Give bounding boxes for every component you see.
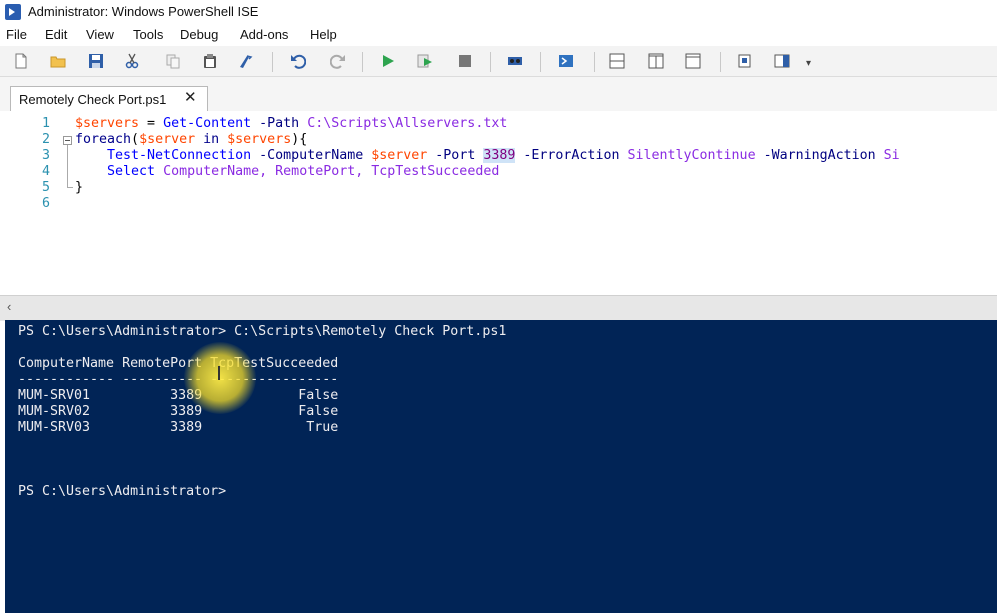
- line-number: 1: [41, 116, 50, 131]
- window-title: Administrator: Windows PowerShell ISE: [28, 4, 259, 19]
- code-token: foreach: [75, 132, 132, 147]
- console-line: MUM-SRV03 3389 True: [18, 420, 339, 435]
- code-token: Get-Content: [163, 116, 252, 131]
- toolbar-separator: [362, 52, 363, 72]
- start-powershell-icon[interactable]: [558, 53, 574, 69]
- console-line: MUM-SRV01 3389 False: [18, 388, 339, 403]
- menu-edit[interactable]: Edit: [45, 27, 67, 42]
- cut-icon[interactable]: [124, 53, 140, 69]
- toolbar-separator: [490, 52, 491, 72]
- code-token: -ComputerName: [259, 148, 364, 163]
- new-icon[interactable]: [13, 53, 29, 69]
- console-line: ComputerName RemotePort TcpTestSucceeded: [18, 356, 339, 371]
- show-addon-icon[interactable]: [774, 53, 790, 69]
- menu-help[interactable]: Help: [310, 27, 337, 42]
- code-line-1[interactable]: $servers = Get-Content -Path C:\Scripts\…: [75, 116, 507, 132]
- toolbar-separator: [594, 52, 595, 72]
- code-token: RemotePort,: [275, 164, 364, 179]
- code-token: SilentlyContinue: [627, 148, 756, 163]
- console-pane[interactable]: PS C:\Users\Administrator> C:\Scripts\Re…: [5, 320, 997, 613]
- code-token: TcpTestSucceeded: [371, 164, 500, 179]
- redo-icon[interactable]: [330, 53, 346, 69]
- undo-icon[interactable]: [290, 53, 306, 69]
- toolbar: ▾: [0, 46, 997, 77]
- script-editor[interactable]: 1 2 3 4 5 6 $servers = Get-Content -Path…: [0, 111, 997, 295]
- clear-icon[interactable]: [238, 53, 254, 69]
- collapse-block-icon[interactable]: [63, 136, 72, 145]
- code-token: -Port: [435, 148, 476, 163]
- layout-script-max-icon[interactable]: [685, 53, 701, 69]
- menu-add-ons[interactable]: Add-ons: [240, 27, 288, 42]
- code-token: $server: [139, 132, 196, 147]
- code-token: Select: [75, 164, 156, 179]
- layout-script-top-icon[interactable]: [609, 53, 625, 69]
- powershell-app-icon: [5, 4, 21, 20]
- code-line-4[interactable]: Select ComputerName, RemotePort, TcpTest…: [75, 164, 499, 180]
- line-number: 2: [41, 132, 50, 147]
- code-token: -ErrorAction: [523, 148, 620, 163]
- line-number: 6: [41, 196, 50, 211]
- run-icon[interactable]: [380, 53, 396, 69]
- console-line: PS C:\Users\Administrator> C:\Scripts\Re…: [18, 324, 507, 339]
- code-token: ){: [291, 132, 308, 147]
- toolbar-separator: [720, 52, 721, 72]
- code-token: -WarningAction: [763, 148, 876, 163]
- console-line: MUM-SRV02 3389 False: [18, 404, 339, 419]
- code-token: ComputerName,: [163, 164, 268, 179]
- close-icon[interactable]: ✕: [184, 88, 197, 106]
- code-token: $servers: [75, 116, 140, 131]
- pane-splitter[interactable]: [0, 295, 997, 321]
- code-token: }: [75, 180, 84, 195]
- layout-script-right-icon[interactable]: [648, 53, 664, 69]
- stop-icon[interactable]: [457, 53, 473, 69]
- copy-icon[interactable]: [165, 53, 181, 69]
- code-token: Test-NetConnection: [75, 148, 252, 163]
- code-token: (: [131, 132, 140, 147]
- code-token: $server: [371, 148, 428, 163]
- code-token: C:\Scripts\Allservers.txt: [307, 116, 508, 131]
- menu-tools[interactable]: Tools: [133, 27, 163, 42]
- fold-guide: [67, 145, 68, 187]
- menu-file[interactable]: File: [6, 27, 27, 42]
- toolbar-separator: [540, 52, 541, 72]
- chevron-left-icon[interactable]: ‹: [7, 299, 11, 314]
- code-line-5[interactable]: }: [75, 180, 83, 196]
- save-icon[interactable]: [88, 53, 104, 69]
- open-folder-icon[interactable]: [50, 53, 66, 69]
- code-line-2[interactable]: foreach($server in $servers){: [75, 132, 307, 148]
- console-prompt: PS C:\Users\Administrator>: [18, 484, 227, 499]
- show-commands-icon[interactable]: [737, 53, 753, 69]
- code-line-3[interactable]: Test-NetConnection -ComputerName $server…: [75, 148, 900, 164]
- line-number: 3: [41, 148, 50, 163]
- toolbar-separator: [272, 52, 273, 72]
- code-token: Si: [875, 148, 900, 163]
- fold-guide-end: [67, 187, 73, 188]
- run-selection-icon[interactable]: [417, 53, 433, 69]
- code-token: 3389: [483, 148, 516, 163]
- console-line: ------------ ---------- ----------------: [18, 372, 339, 387]
- tab-label: Remotely Check Port.ps1: [19, 92, 167, 107]
- toolbar-overflow-icon[interactable]: ▾: [806, 58, 811, 69]
- line-number: 5: [41, 180, 50, 195]
- line-number: 4: [41, 164, 50, 179]
- code-token: in: [203, 132, 220, 147]
- code-token: $servers: [227, 132, 292, 147]
- code-token: =: [139, 116, 164, 131]
- code-token: -Path: [259, 116, 300, 131]
- menu-bar: File Edit View Tools Debug Add-ons Help: [0, 24, 997, 46]
- menu-view[interactable]: View: [86, 27, 114, 42]
- mouse-highlight: [184, 342, 256, 414]
- paste-icon[interactable]: [202, 53, 218, 69]
- remote-powershell-icon[interactable]: [507, 53, 523, 69]
- text-cursor-icon: [218, 366, 220, 380]
- menu-debug[interactable]: Debug: [180, 27, 218, 42]
